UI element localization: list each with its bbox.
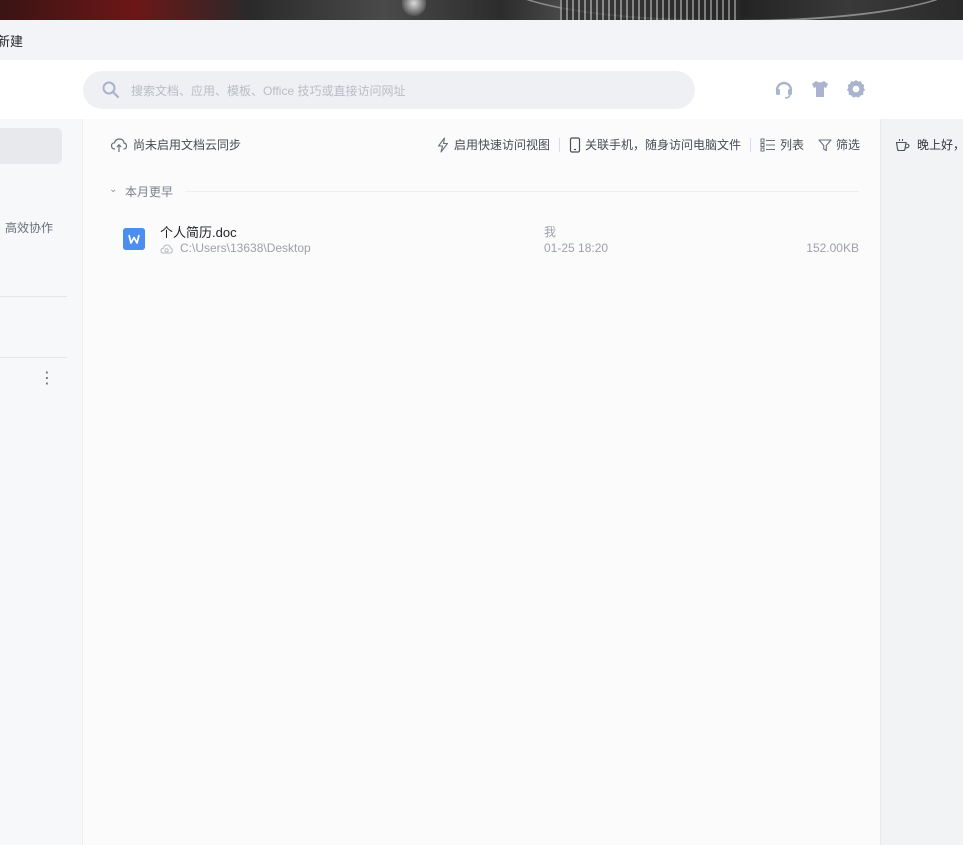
more-options-icon[interactable]: ⋮: [39, 370, 55, 388]
file-name: 个人简历.doc: [160, 225, 237, 240]
file-owner: 我: [544, 225, 557, 239]
sidebar-divider: [0, 357, 67, 358]
header: [0, 60, 963, 119]
sidebar-item-collaboration[interactable]: 高效协作: [5, 219, 53, 236]
toolbar: 启用快速访问视图 关联手机，随身访问电脑文件 列表 筛选: [436, 136, 860, 153]
file-size: 152.00KB: [806, 241, 859, 255]
cloud-sync-label: 尚未启用文档云同步: [133, 138, 242, 152]
filter-button[interactable]: 筛选: [818, 136, 860, 153]
tshirt-icon[interactable]: [809, 78, 831, 100]
quick-access-button[interactable]: 启用快速访问视图: [436, 136, 550, 153]
main-content: 尚未启用文档云同步 启用快速访问视图 关联手机，随身访问电脑文件 列表 筛选 ⌄…: [83, 119, 880, 845]
search-bar[interactable]: [83, 71, 695, 111]
word-doc-icon: [123, 228, 145, 250]
headset-icon[interactable]: [773, 78, 795, 100]
wallpaper-grille: [560, 0, 740, 20]
wallpaper-knob: [402, 0, 426, 16]
coffee-cup-icon: [895, 138, 910, 151]
tab-new[interactable]: 新建: [0, 31, 23, 50]
search-icon: [102, 81, 120, 99]
phone-link-label: 关联手机，随身访问电脑文件: [584, 138, 741, 152]
phone-link-button[interactable]: 关联手机，随身访问电脑文件: [569, 136, 741, 153]
list-icon: [760, 138, 775, 151]
sidebar-divider: [0, 296, 67, 297]
greeting: 晚上好，: [895, 136, 963, 153]
file-time: 01-25 18:20: [544, 241, 609, 255]
greeting-text: 晚上好，: [917, 138, 963, 152]
right-panel: 晚上好，: [880, 119, 963, 845]
section-divider: [185, 191, 859, 192]
file-row[interactable]: 个人简历.doc C:\Users\13638\Desktop 我 01-25 …: [107, 215, 859, 263]
cloud-sync-button[interactable]: 尚未启用文档云同步: [110, 136, 241, 153]
lightning-icon: [437, 136, 448, 153]
toolbar-separator: [749, 137, 751, 152]
gear-icon[interactable]: [845, 78, 867, 100]
section-label: 本月更早: [125, 185, 174, 199]
filter-icon: [818, 138, 832, 151]
toolbar-separator: [558, 137, 560, 152]
file-path: C:\Users\13638\Desktop: [180, 241, 311, 255]
list-view-button[interactable]: 列表: [760, 136, 804, 153]
section-header[interactable]: ⌄ 本月更早: [109, 183, 859, 199]
filter-label: 筛选: [835, 138, 860, 152]
quick-access-label: 启用快速访问视图: [453, 138, 550, 152]
phone-icon: [569, 136, 581, 153]
wallpaper-strip: [0, 0, 963, 20]
chevron-down-icon[interactable]: ⌄: [109, 184, 117, 195]
sidebar-item-selected[interactable]: [0, 128, 62, 164]
cloud-status-icon: [160, 244, 173, 254]
sidebar: 高效协作 ⋮: [0, 119, 83, 845]
cloud-upload-icon: [110, 137, 128, 152]
tab-bar: 新建: [0, 20, 963, 61]
search-input[interactable]: [129, 71, 673, 111]
list-view-label: 列表: [779, 138, 804, 152]
